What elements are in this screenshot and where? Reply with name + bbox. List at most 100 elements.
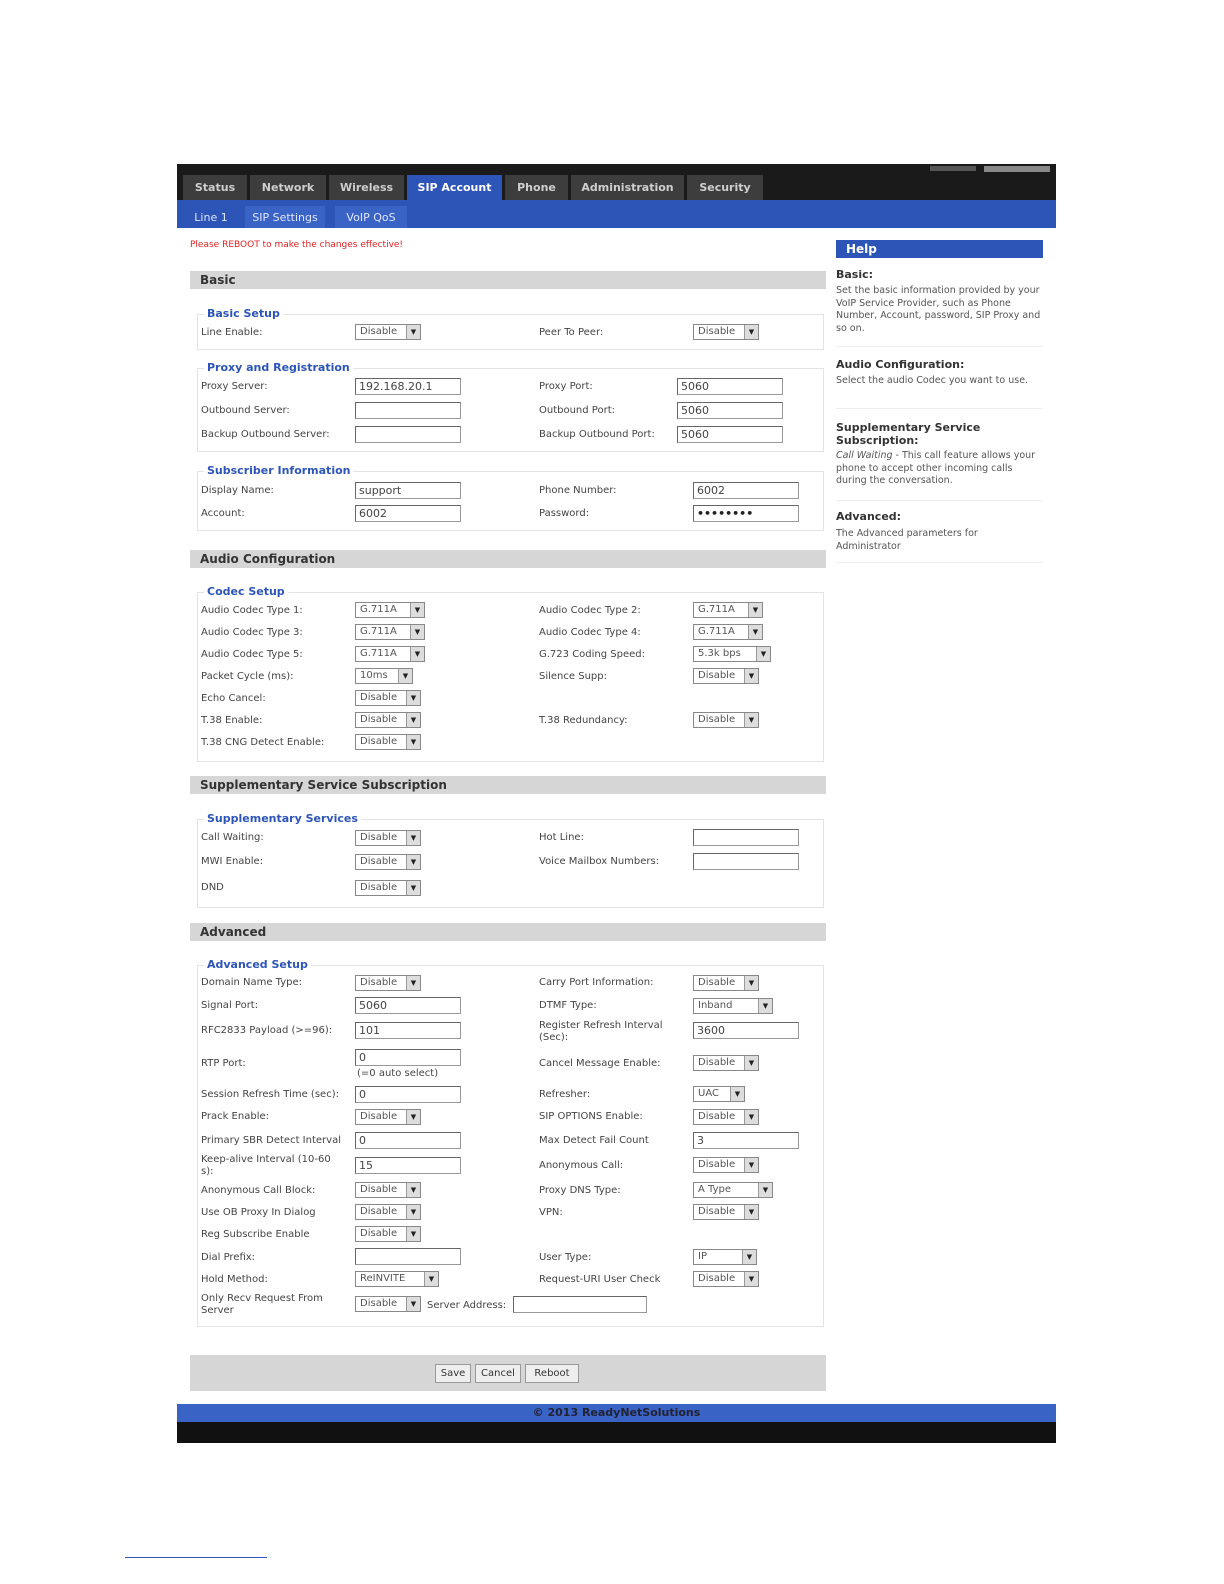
tab-status[interactable]: Status	[183, 175, 247, 200]
peer-to-peer-select[interactable]: Disable ▼	[693, 324, 759, 340]
mwi-enable-label: MWI Enable:	[201, 856, 264, 867]
refresher-select[interactable]: UAC ▼	[693, 1086, 745, 1102]
subtab-voip-qos[interactable]: VoIP QoS	[335, 206, 407, 228]
tab-wireless[interactable]: Wireless	[329, 175, 404, 200]
packet-cycle-select[interactable]: 10ms ▼	[355, 668, 413, 684]
tab-sip-account[interactable]: SIP Account	[407, 175, 502, 200]
rfc2833-payload-input[interactable]: 101	[355, 1022, 461, 1039]
backup-outbound-server-label: Backup Outbound Server:	[201, 429, 330, 440]
voice-mailbox-input[interactable]	[693, 853, 799, 870]
prack-enable-select[interactable]: Disable ▼	[355, 1109, 421, 1125]
codec-5-select[interactable]: G.711A ▼	[355, 646, 425, 662]
anonymous-block-select[interactable]: Disable ▼	[355, 1182, 421, 1198]
silence-supp-select[interactable]: Disable ▼	[693, 668, 759, 684]
user-type-label: User Type:	[539, 1252, 592, 1263]
subtab-sip-settings[interactable]: SIP Settings	[245, 206, 325, 228]
only-recv-server-label: Only Recv Request From Server	[201, 1293, 323, 1316]
chevron-down-icon: ▼	[758, 999, 772, 1013]
proxy-dns-type-select[interactable]: A Type ▼	[693, 1182, 773, 1198]
domain-name-type-select[interactable]: Disable ▼	[355, 975, 421, 991]
dtmf-type-value: Inband	[698, 1000, 733, 1011]
outbound-server-input[interactable]	[355, 402, 461, 419]
outbound-port-input[interactable]: 5060	[677, 402, 783, 419]
chevron-down-icon: ▼	[406, 325, 420, 339]
proxy-port-input[interactable]: 5060	[677, 378, 783, 395]
cancel-message-value: Disable	[698, 1057, 736, 1068]
backup-outbound-port-input[interactable]: 5060	[677, 426, 783, 443]
account-input[interactable]: 6002	[355, 505, 461, 522]
codec-1-label: Audio Codec Type 1:	[201, 605, 303, 616]
signal-port-input[interactable]: 5060	[355, 997, 461, 1014]
cancel-button[interactable]: Cancel	[475, 1364, 521, 1383]
codec-5-value: G.711A	[360, 648, 397, 659]
echo-cancel-select[interactable]: Disable ▼	[355, 690, 421, 706]
line-enable-select[interactable]: Disable ▼	[355, 324, 421, 340]
request-uri-check-value: Disable	[698, 1273, 736, 1284]
signal-port-label: Signal Port:	[201, 1000, 259, 1011]
carry-port-select[interactable]: Disable ▼	[693, 975, 759, 991]
max-detect-fail-input[interactable]: 3	[693, 1132, 799, 1149]
only-recv-server-select[interactable]: Disable ▼	[355, 1296, 421, 1312]
hold-method-select[interactable]: ReINVITE ▼	[355, 1271, 439, 1287]
codec-1-select[interactable]: G.711A ▼	[355, 602, 425, 618]
reboot-button[interactable]: Reboot	[525, 1364, 579, 1383]
chevron-down-icon: ▼	[406, 881, 420, 895]
session-refresh-input[interactable]: 0	[355, 1086, 461, 1103]
rtp-port-input[interactable]: 0	[355, 1049, 461, 1066]
t38-enable-select[interactable]: Disable ▼	[355, 712, 421, 728]
chevron-down-icon: ▼	[424, 1272, 438, 1286]
anonymous-call-select[interactable]: Disable ▼	[693, 1157, 759, 1173]
refresher-label: Refresher:	[539, 1089, 591, 1100]
subtab-line-1[interactable]: Line 1	[185, 206, 237, 228]
codec-4-select[interactable]: G.711A ▼	[693, 624, 763, 640]
help-header: Help	[836, 240, 1043, 258]
request-uri-check-select[interactable]: Disable ▼	[693, 1271, 759, 1287]
ob-proxy-dialog-select[interactable]: Disable ▼	[355, 1204, 421, 1220]
phone-number-input[interactable]: 6002	[693, 482, 799, 499]
sbr-detect-input[interactable]: 0	[355, 1132, 461, 1149]
backup-outbound-server-input[interactable]	[355, 426, 461, 443]
t38-cng-select[interactable]: Disable ▼	[355, 734, 421, 750]
save-button[interactable]: Save	[435, 1364, 471, 1383]
dial-prefix-input[interactable]	[355, 1248, 461, 1265]
proxy-server-input[interactable]: 192.168.20.1	[355, 378, 461, 395]
proxy-server-label: Proxy Server:	[201, 381, 268, 392]
codec-3-select[interactable]: G.711A ▼	[355, 624, 425, 640]
tab-administration[interactable]: Administration	[571, 175, 684, 200]
chevron-down-icon: ▼	[410, 625, 424, 639]
sip-options-select[interactable]: Disable ▼	[693, 1109, 759, 1125]
t38-redundancy-select[interactable]: Disable ▼	[693, 712, 759, 728]
rtp-port-hint: (=0 auto select)	[357, 1068, 439, 1079]
g723-speed-select[interactable]: 5.3k bps ▼	[693, 646, 771, 662]
chevron-down-icon: ▼	[744, 1110, 758, 1124]
dtmf-type-select[interactable]: Inband ▼	[693, 998, 773, 1014]
keepalive-input[interactable]: 15	[355, 1157, 461, 1174]
chevron-down-icon: ▼	[410, 603, 424, 617]
call-waiting-label: Call Waiting:	[201, 832, 264, 843]
logout-link[interactable]	[984, 166, 1050, 172]
hot-line-input[interactable]	[693, 829, 799, 846]
password-input[interactable]: ••••••••	[693, 505, 799, 522]
server-address-input[interactable]	[513, 1296, 647, 1313]
chevron-down-icon: ▼	[742, 1250, 756, 1264]
dnd-select[interactable]: Disable ▼	[355, 880, 421, 896]
help-basic-title: Basic:	[836, 268, 874, 281]
codec-2-select[interactable]: G.711A ▼	[693, 602, 763, 618]
call-waiting-select[interactable]: Disable ▼	[355, 830, 421, 846]
help-divider	[836, 408, 1043, 409]
g723-speed-label: G.723 Coding Speed:	[539, 649, 646, 660]
codec-3-label: Audio Codec Type 3:	[201, 627, 303, 638]
tab-phone[interactable]: Phone	[505, 175, 568, 200]
chevron-down-icon: ▼	[406, 1110, 420, 1124]
mwi-enable-select[interactable]: Disable ▼	[355, 854, 421, 870]
display-name-input[interactable]: support	[355, 482, 461, 499]
register-refresh-input[interactable]: 3600	[693, 1022, 799, 1039]
tab-security[interactable]: Security	[687, 175, 763, 200]
phone-number-label: Phone Number:	[539, 485, 617, 496]
vpn-select[interactable]: Disable ▼	[693, 1204, 759, 1220]
user-type-select[interactable]: IP ▼	[693, 1249, 757, 1265]
reg-subscribe-select[interactable]: Disable ▼	[355, 1226, 421, 1242]
tab-network[interactable]: Network	[250, 175, 326, 200]
cancel-message-select[interactable]: Disable ▼	[693, 1055, 759, 1071]
g723-speed-value: 5.3k bps	[698, 648, 741, 659]
